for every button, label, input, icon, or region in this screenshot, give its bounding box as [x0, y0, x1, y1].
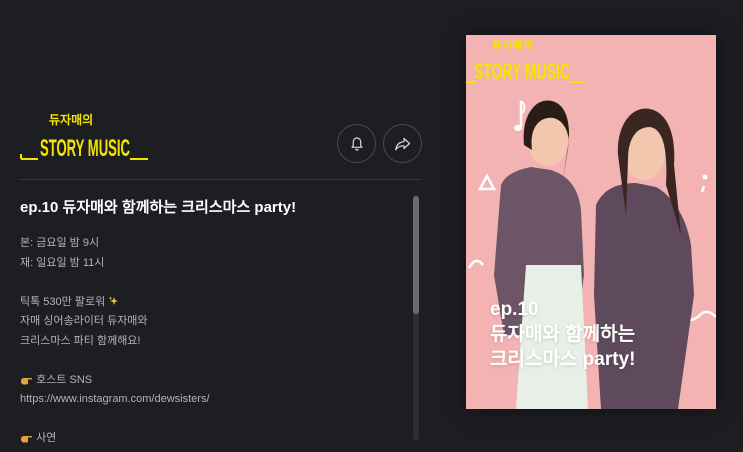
- episode-cover: 듀자매의 STORY MUSIC ep.10 듀자매와 함께하는 크리스마스 p…: [466, 35, 716, 409]
- notify-button[interactable]: [337, 124, 376, 163]
- host-sns-label: 호스트 SNS: [20, 371, 405, 391]
- episode-title: ep.10 듀자매와 함께하는 크리스마스 party!: [20, 199, 297, 216]
- story-label-text: 사연: [36, 432, 57, 444]
- desc-line-1-text: 틱톡 530만 팔로워: [20, 295, 106, 308]
- bell-icon: [350, 136, 363, 151]
- desc-line-3: 크리스마스 파티 함께해요!: [20, 334, 141, 347]
- story-music-logo: 듀자매의 STORY MUSIC: [20, 112, 148, 162]
- scrollbar-thumb[interactable]: [413, 196, 419, 314]
- pointing-hand-icon: [21, 436, 33, 443]
- cover-ep: ep.10: [490, 299, 539, 320]
- cover-logo: 듀자매의 STORY MUSIC: [466, 38, 584, 84]
- cover-title: ep.10 듀자매와 함께하는 크리스마스 party!: [490, 297, 635, 372]
- host-sns-label-text: 호스트 SNS: [36, 373, 93, 386]
- schedule-main: 본: 금요일 밤 9시: [20, 237, 100, 249]
- show-logo: 듀자매의 STORY MUSIC: [20, 110, 150, 165]
- cover-line-1: 듀자매와 함께하는: [490, 324, 636, 345]
- header-divider: [20, 179, 421, 180]
- desc-line-1: 틱톡 530만 팔로워: [20, 293, 405, 313]
- schedule-re: 재: 일요일 밤 11시: [20, 256, 105, 269]
- content-scrollbar[interactable]: [413, 196, 419, 440]
- cover-logo-small-text: 듀자매의: [492, 38, 532, 52]
- cover-line-2: 크리스마스 party!: [490, 349, 636, 370]
- sparkles-icon: [109, 296, 119, 305]
- pointing-hand-icon: [21, 377, 33, 384]
- episode-content: ep.10 듀자매와 함께하는 크리스마스 party! 본: 금요일 밤 9시…: [20, 196, 405, 452]
- logo-small-text: 듀자매의: [49, 112, 93, 127]
- header-actions: [337, 124, 422, 163]
- story-label: 사연: [20, 429, 405, 449]
- cover-logo-big-text: STORY MUSIC: [474, 59, 570, 84]
- host-sns-url[interactable]: https://www.instagram.com/dewsisters/: [20, 390, 405, 410]
- share-button[interactable]: [383, 124, 422, 163]
- logo-big-text: STORY MUSIC: [40, 135, 130, 162]
- desc-line-2: 자매 싱어송라이터 듀자매와: [20, 315, 148, 327]
- share-icon: [395, 137, 411, 150]
